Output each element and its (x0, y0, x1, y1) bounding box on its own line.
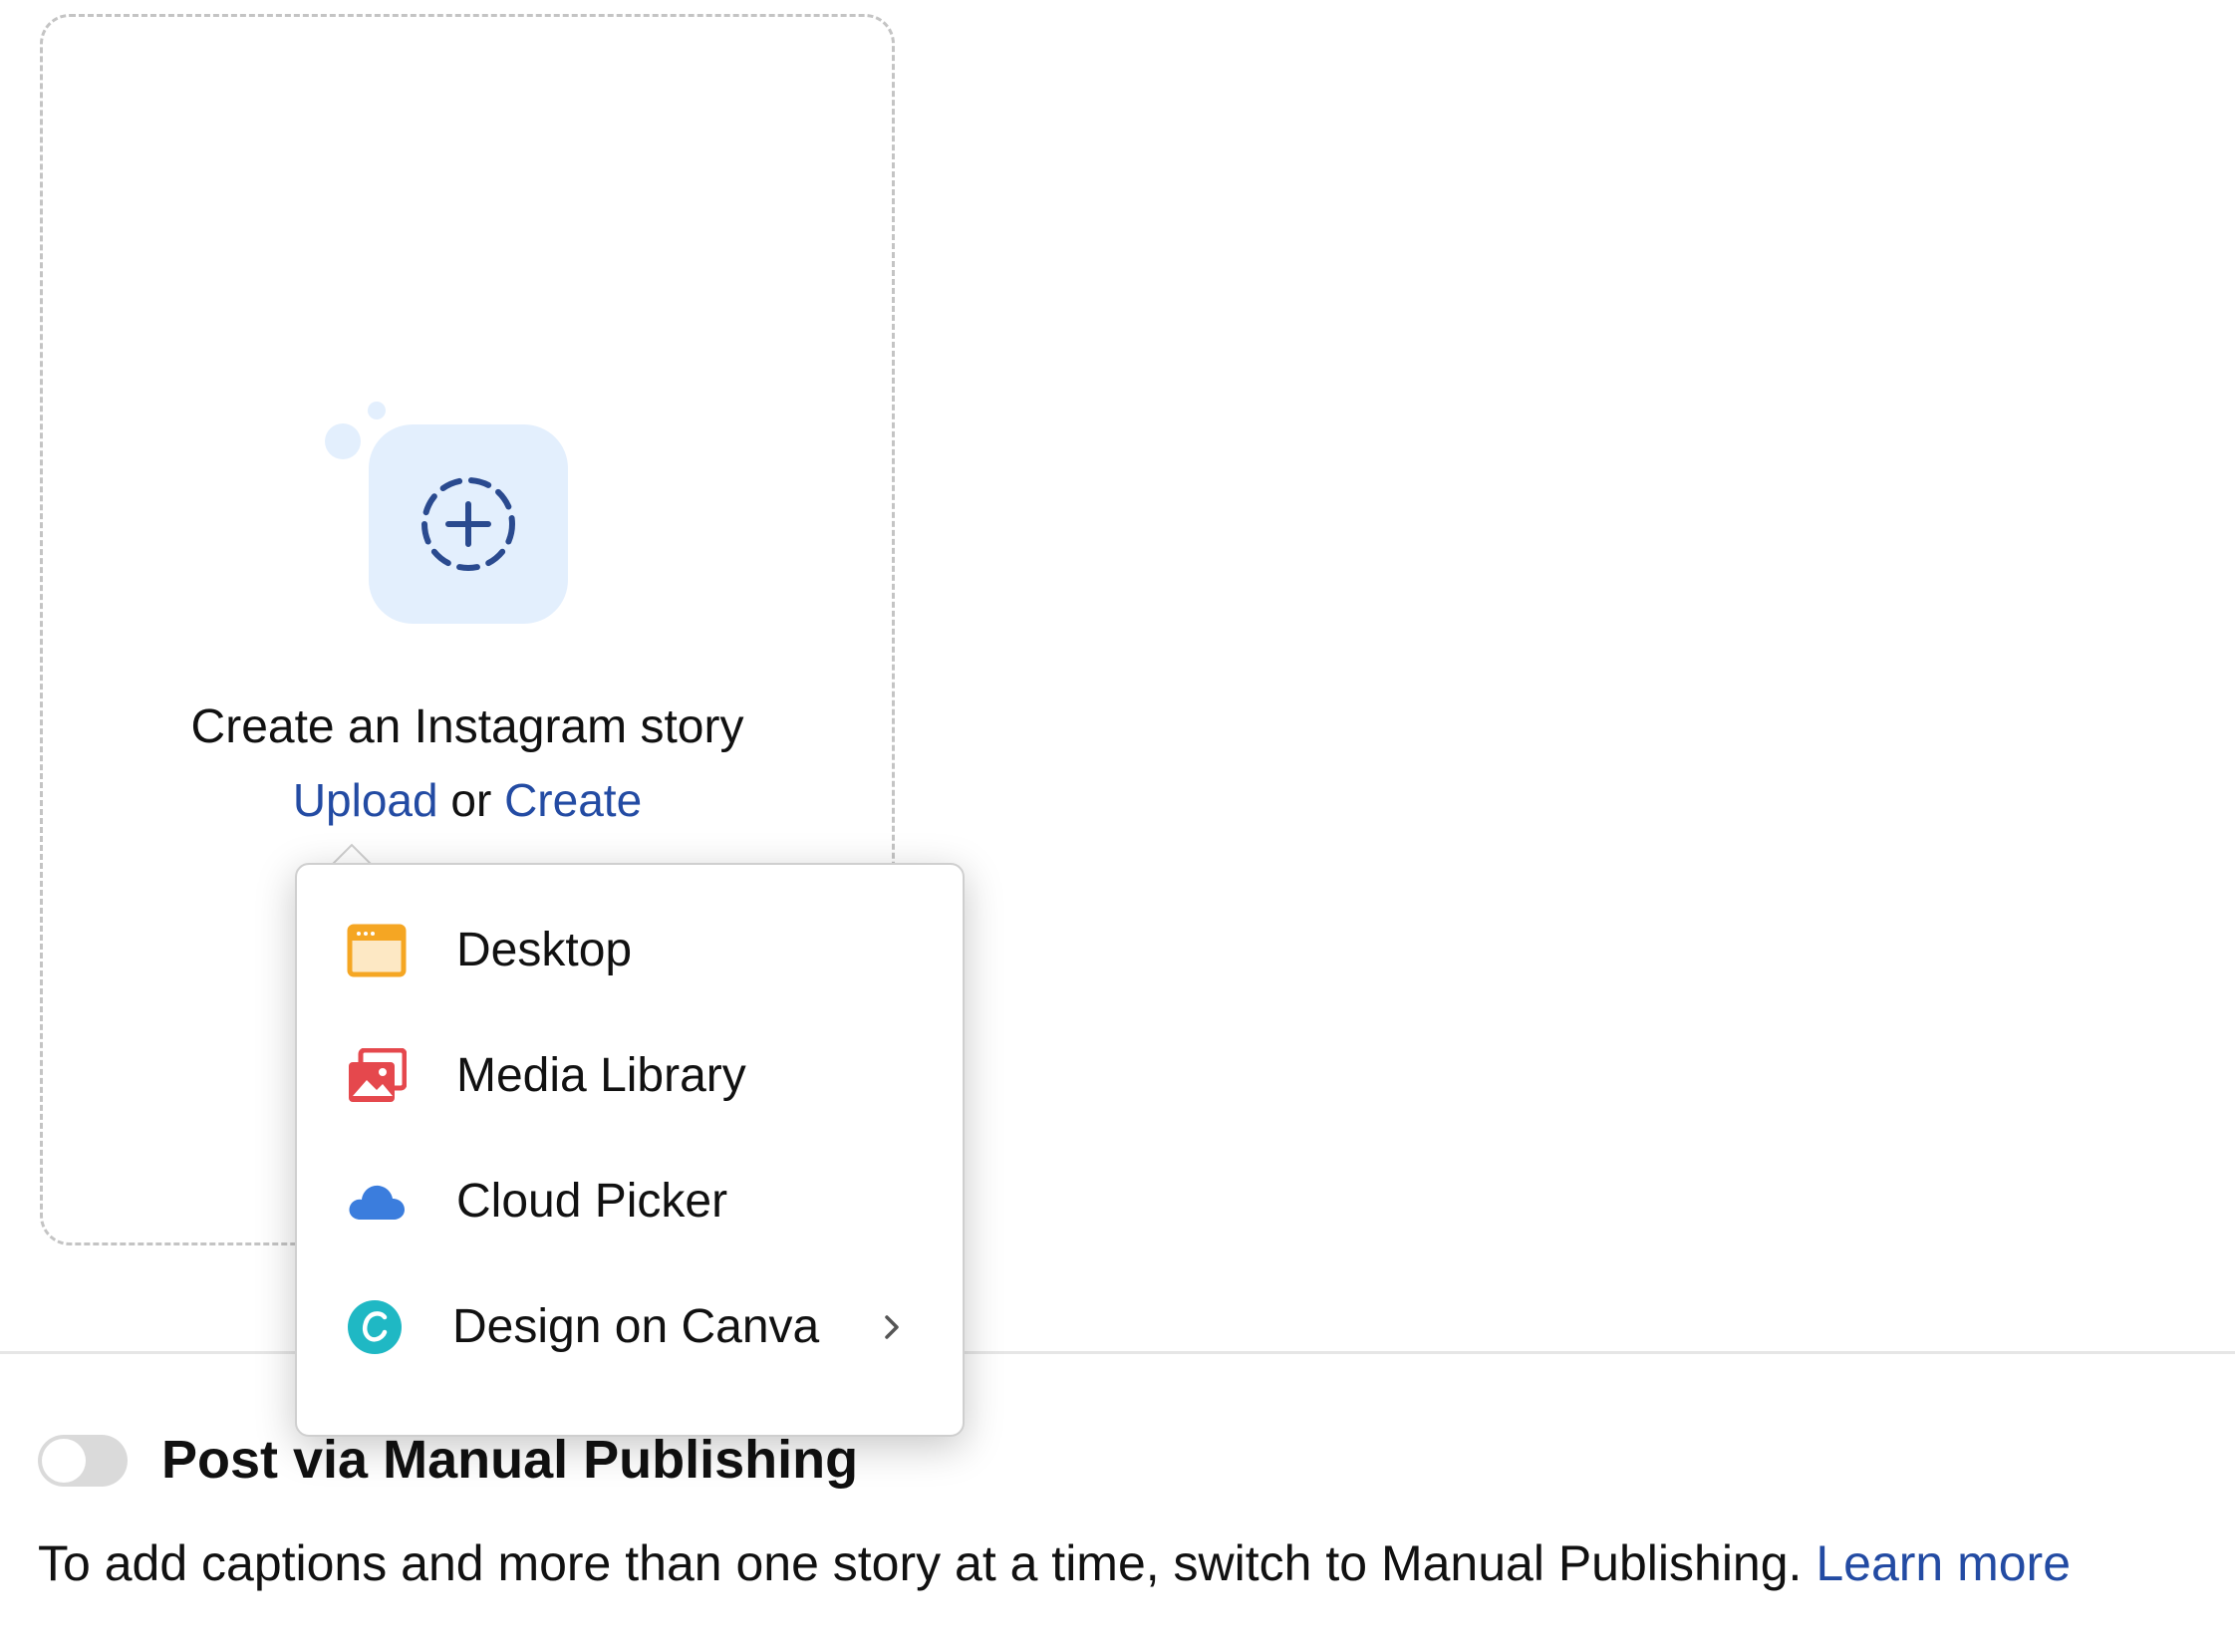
manual-publishing-toggle[interactable] (38, 1435, 128, 1487)
menu-item-desktop[interactable]: Desktop (297, 891, 963, 1010)
media-library-icon (349, 1048, 407, 1102)
help-text: To add captions and more than one story … (38, 1535, 1816, 1591)
cloud-icon (349, 1185, 405, 1220)
upload-link[interactable]: Upload (293, 774, 438, 826)
manual-publishing-label: Post via Manual Publishing (161, 1430, 859, 1490)
menu-label-desktop: Desktop (456, 924, 633, 976)
add-circle-icon (421, 477, 515, 571)
chevron-right-icon (885, 1315, 899, 1339)
menu-label-cloud-picker: Cloud Picker (456, 1175, 728, 1228)
upload-source-menu: Desktop Media Library Cloud Picker Desig… (295, 863, 965, 1437)
toggle-knob (42, 1439, 86, 1483)
menu-item-cloud-picker[interactable]: Cloud Picker (297, 1142, 963, 1261)
menu-item-media-library[interactable]: Media Library (297, 1016, 963, 1136)
story-title: Create an Instagram story (190, 700, 744, 753)
or-text: or (437, 774, 505, 826)
canva-icon (348, 1300, 402, 1354)
desktop-window-icon (347, 924, 407, 977)
manual-publishing-help: To add captions and more than one story … (38, 1534, 2071, 1592)
menu-item-design-on-canva[interactable]: Design on Canva (297, 1267, 963, 1387)
menu-label-design-on-canva: Design on Canva (452, 1300, 820, 1353)
decor-bubble-small (368, 402, 386, 419)
decor-bubble-large (325, 423, 361, 459)
create-link[interactable]: Create (504, 774, 642, 826)
learn-more-link[interactable]: Learn more (1816, 1535, 2071, 1591)
story-composer: Create an Instagram story Upload or Crea… (0, 0, 2235, 1652)
menu-label-media-library: Media Library (456, 1049, 746, 1102)
popover-arrow (332, 843, 372, 865)
story-actions: Upload or Create (0, 773, 935, 827)
